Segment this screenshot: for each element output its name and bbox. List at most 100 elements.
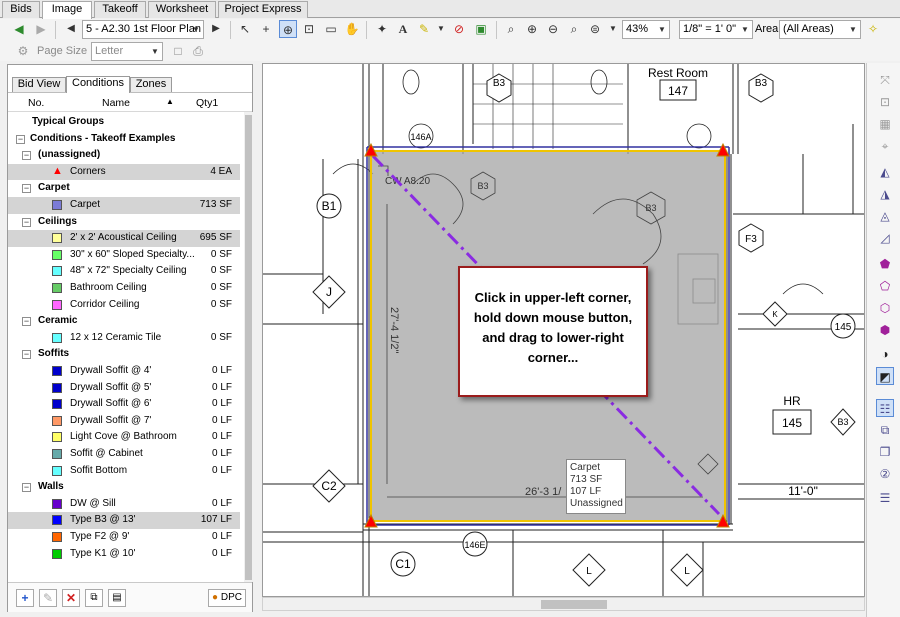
condition-group-row[interactable]: Typical Groups — [8, 114, 240, 131]
stack-icon[interactable]: ❐ — [876, 443, 894, 461]
scale-select[interactable]: 1/8" = 1' 0" ▼ — [679, 20, 753, 39]
slope-alt-icon[interactable]: ◮ — [876, 185, 894, 203]
collapse-icon[interactable]: − — [22, 483, 31, 493]
wand-icon[interactable]: ✧ — [864, 20, 882, 38]
condition-row[interactable]: Light Cove @ Bathroom 0 LF — [8, 429, 240, 446]
shape-tool-3-icon[interactable]: ⬡ — [876, 299, 894, 317]
condition-row[interactable]: Corridor Ceiling 0 SF — [8, 297, 240, 314]
add-icon[interactable]: + — [16, 589, 34, 607]
collapse-icon[interactable]: − — [16, 134, 25, 144]
condition-row[interactable]: ▲ Corners 4 EA — [8, 163, 240, 181]
condition-row[interactable]: 12 x 12 Ceramic Tile 0 SF — [8, 330, 240, 347]
import-icon[interactable]: ▤ — [108, 589, 126, 607]
zoom-fit-icon[interactable]: ⌕ — [565, 20, 583, 38]
fill-mode-icon[interactable]: ◩ — [876, 367, 894, 385]
condition-group-row[interactable]: − Conditions - Takeoff Examples — [8, 131, 240, 148]
shape-tool-4-icon[interactable]: ⬢ — [876, 321, 894, 339]
tab-takeoff[interactable]: Takeoff — [94, 1, 146, 18]
previous-page-icon[interactable]: ◀ — [62, 20, 80, 38]
fit-width-icon[interactable]: ⤧ — [876, 71, 894, 89]
tab-image[interactable]: Image — [42, 1, 92, 19]
details-icon[interactable]: ☰ — [876, 489, 894, 507]
sparkle-icon[interactable]: ✦ — [373, 20, 391, 38]
stop-icon[interactable]: ⊘ — [450, 20, 468, 38]
column-name[interactable]: Name — [102, 97, 130, 109]
pin-icon[interactable]: ⌖ — [876, 137, 894, 155]
select-arrow-icon[interactable]: ↖ — [236, 20, 254, 38]
zoom-page-icon[interactable]: ⊡ — [300, 20, 318, 38]
shape-tool-2-icon[interactable]: ⬠ — [876, 277, 894, 295]
zoom-out-icon[interactable]: ⊖ — [544, 20, 562, 38]
print-icon[interactable]: ⎙ — [189, 42, 207, 60]
condition-row[interactable]: Bathroom Ceiling 0 SF — [8, 280, 240, 297]
page-number-icon[interactable]: ② — [876, 465, 894, 483]
crosshair-icon[interactable]: + — [257, 20, 275, 38]
tab-zones[interactable]: Zones — [130, 77, 172, 92]
list-scroll-thumb[interactable] — [245, 115, 252, 580]
condition-group-row[interactable]: − (unassigned) — [8, 147, 240, 164]
frame-icon[interactable]: ⊡ — [876, 93, 894, 111]
angle-icon[interactable]: ◿ — [876, 229, 894, 247]
drawing-scrollbar[interactable] — [262, 597, 865, 611]
slope-tool-icon[interactable]: ◭ — [876, 163, 894, 181]
collapse-icon[interactable]: − — [22, 350, 31, 360]
mirror-icon[interactable]: ◬ — [876, 207, 894, 225]
column-qty[interactable]: Qty1 — [196, 97, 218, 109]
tab-project-express[interactable]: Project Express — [218, 1, 308, 18]
zoom-rect-icon[interactable]: ▭ — [322, 20, 340, 38]
condition-row[interactable]: Type K1 @ 10' 0 LF — [8, 546, 240, 563]
condition-row[interactable]: 2' x 2' Acoustical Ceiling 695 SF — [8, 230, 240, 247]
condition-row[interactable]: Soffit Bottom 0 LF — [8, 463, 240, 480]
page-size-select[interactable]: Letter ▼ — [91, 42, 163, 61]
area-select[interactable]: (All Areas) ▼ — [779, 20, 861, 39]
shape-tool-1-icon[interactable]: ⬟ — [876, 255, 894, 273]
search-page-icon[interactable]: ⌕ — [502, 20, 520, 38]
zoom-window-icon[interactable]: ⊕ — [279, 20, 297, 38]
condition-row[interactable]: 48" x 72" Specialty Ceiling 0 SF — [8, 263, 240, 280]
condition-group-row[interactable]: − Carpet — [8, 180, 240, 197]
condition-row[interactable]: Type F2 @ 9' 0 LF — [8, 529, 240, 546]
highlighter-icon[interactable]: ✎ — [415, 20, 433, 38]
tab-bid-view[interactable]: Bid View — [12, 77, 66, 92]
zoom-in-icon[interactable]: ⊕ — [523, 20, 541, 38]
save-layer-icon[interactable]: ▣ — [472, 20, 490, 38]
collapse-icon[interactable]: − — [22, 317, 31, 327]
condition-row[interactable]: Drywall Soffit @ 4' 0 LF — [8, 363, 240, 380]
back-icon[interactable]: ◀ — [10, 20, 28, 38]
zoom-options-icon[interactable]: ⊜ — [586, 20, 604, 38]
next-page-icon[interactable]: ▶ — [207, 20, 225, 38]
text-annotation-icon[interactable]: A — [394, 20, 412, 38]
condition-group-row[interactable]: − Walls — [8, 479, 240, 496]
chevron-down-icon[interactable]: ▼ — [432, 20, 450, 38]
zoom-select[interactable]: 43% ▼ — [622, 20, 670, 39]
condition-row[interactable]: Drywall Soffit @ 5' 0 LF — [8, 380, 240, 397]
collapse-icon[interactable]: − — [22, 151, 31, 161]
dpc-button[interactable]: ● DPC — [208, 589, 246, 607]
delete-icon[interactable]: ✕ — [62, 589, 80, 607]
pan-hand-icon[interactable]: ✋ — [343, 20, 361, 38]
page-select[interactable]: 5 - A2.30 1st Floor Plan ▼ — [82, 20, 204, 39]
collapse-icon[interactable]: − — [22, 184, 31, 194]
contrast-icon[interactable]: ◑ — [876, 345, 894, 363]
condition-group-row[interactable]: − Soffits — [8, 346, 240, 363]
grid-icon[interactable]: ▦ — [876, 115, 894, 133]
condition-row[interactable]: Drywall Soffit @ 7' 0 LF — [8, 413, 240, 430]
collapse-icon[interactable]: − — [22, 217, 31, 227]
condition-row[interactable]: Drywall Soffit @ 6' 0 LF — [8, 396, 240, 413]
tab-conditions[interactable]: Conditions — [66, 76, 130, 93]
condition-row[interactable]: 30" x 60" Sloped Specialty... 0 SF — [8, 247, 240, 264]
condition-row[interactable]: DW @ Sill 0 LF — [8, 496, 240, 513]
condition-row[interactable]: Carpet 713 SF — [8, 197, 240, 214]
copy-icon[interactable]: ⧉ — [85, 589, 103, 607]
list-view-icon[interactable]: ☷ — [876, 399, 894, 417]
condition-group-row[interactable]: − Ceramic — [8, 313, 240, 330]
drawing-scroll-thumb[interactable] — [541, 600, 607, 609]
layers-icon[interactable]: ⧉ — [876, 421, 894, 439]
condition-row[interactable]: Type B3 @ 13' 107 LF — [8, 512, 240, 529]
condition-group-row[interactable]: − Ceilings — [8, 214, 240, 231]
forward-icon[interactable]: ▶ — [32, 20, 50, 38]
tab-worksheet[interactable]: Worksheet — [148, 1, 216, 18]
condition-row[interactable]: Soffit @ Cabinet 0 LF — [8, 446, 240, 463]
tab-bids[interactable]: Bids — [2, 1, 40, 18]
edit-icon[interactable]: ✎ — [39, 589, 57, 607]
